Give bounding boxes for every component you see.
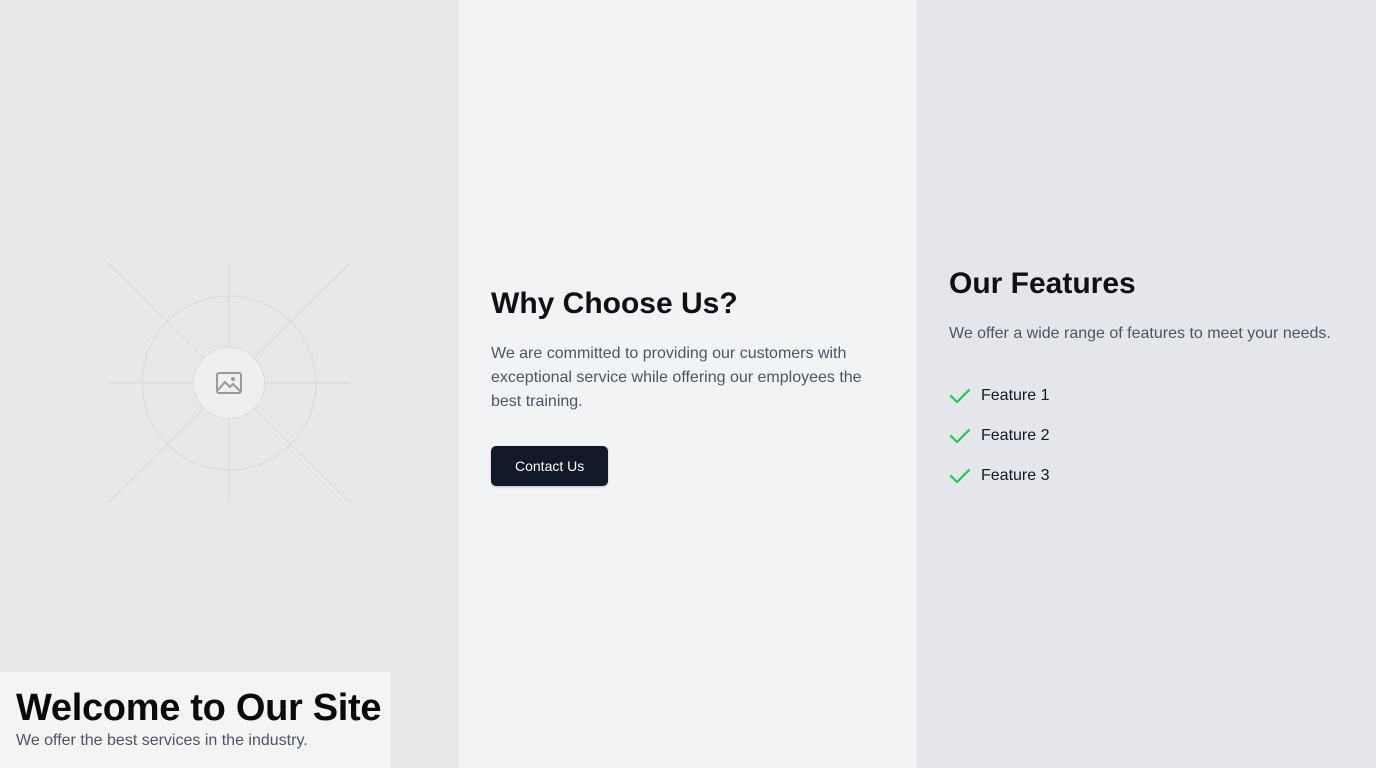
why-choose-us-content: Why Choose Us? We are committed to provi…: [491, 284, 891, 486]
feature-label: Feature 3: [981, 467, 1050, 484]
hero-title: Welcome to Our Site: [16, 687, 382, 729]
check-icon: [949, 388, 971, 404]
image-placeholder-badge: [193, 347, 265, 419]
feature-item: Feature 3: [949, 456, 1349, 496]
feature-label: Feature 2: [981, 427, 1050, 444]
hero-caption: Welcome to Our Site We offer the best se…: [0, 672, 391, 768]
features-content: Our Features We offer a wide range of fe…: [949, 264, 1349, 496]
feature-item: Feature 2: [949, 416, 1349, 456]
feature-item: Feature 1: [949, 376, 1349, 416]
why-choose-us-panel: Why Choose Us? We are committed to provi…: [459, 0, 917, 768]
hero-image-panel: Welcome to Our Site We offer the best se…: [0, 0, 459, 768]
check-icon: [949, 468, 971, 484]
features-heading: Our Features: [949, 267, 1136, 300]
why-body: We are committed to providing our custom…: [491, 345, 862, 410]
why-heading: Why Choose Us?: [491, 287, 738, 320]
page: Welcome to Our Site We offer the best se…: [0, 0, 1376, 768]
check-icon: [949, 428, 971, 444]
feature-label: Feature 1: [981, 387, 1050, 404]
feature-list: Feature 1 Feature 2 Feature 3: [949, 376, 1349, 496]
contact-us-button[interactable]: Contact Us: [491, 446, 609, 486]
features-panel: Our Features We offer a wide range of fe…: [917, 0, 1376, 768]
image-placeholder-icon: [216, 372, 242, 394]
hero-subtitle: We offer the best services in the indust…: [16, 732, 308, 749]
features-intro: We offer a wide range of features to mee…: [949, 325, 1331, 342]
